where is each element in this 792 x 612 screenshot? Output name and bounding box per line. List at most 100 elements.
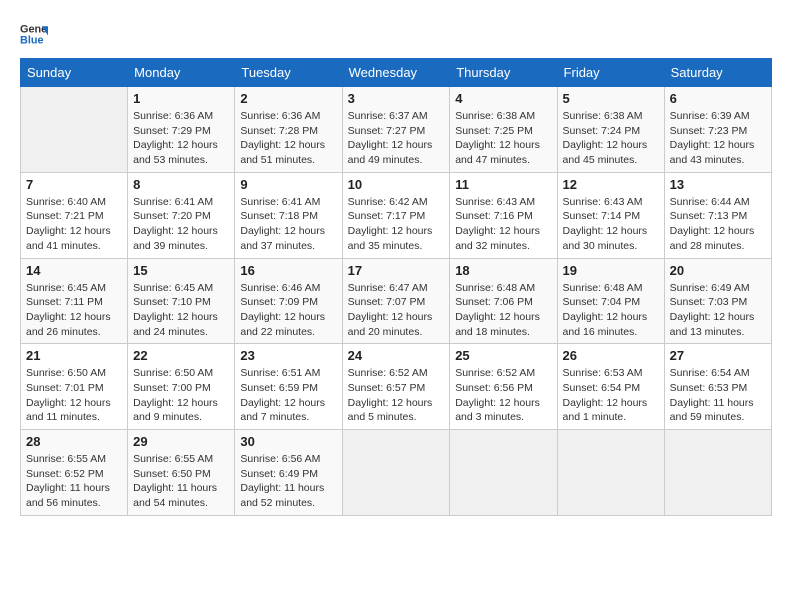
day-number: 23 [240, 348, 336, 363]
day-info: Sunrise: 6:43 AMSunset: 7:14 PMDaylight:… [563, 195, 659, 254]
day-info: Sunrise: 6:44 AMSunset: 7:13 PMDaylight:… [670, 195, 766, 254]
calendar-cell: 30 Sunrise: 6:56 AMSunset: 6:49 PMDayligh… [235, 430, 342, 516]
page-header: General Blue [20, 20, 772, 48]
calendar-cell: 25Sunrise: 6:52 AMSunset: 6:56 PMDayligh… [450, 344, 557, 430]
day-info: Sunrise: 6:54 AMSunset: 6:53 PMDaylight:… [670, 366, 766, 425]
logo-icon: General Blue [20, 20, 48, 48]
day-number: 17 [348, 263, 445, 278]
day-info: Sunrise: 6:41 AMSunset: 7:18 PMDaylight:… [240, 195, 336, 254]
day-info: Sunrise: 6:52 AMSunset: 6:56 PMDaylight:… [455, 366, 551, 425]
calendar-cell: 4 Sunrise: 6:38 AMSunset: 7:25 PMDaylight… [450, 87, 557, 173]
day-info: Sunrise: 6:46 AMSunset: 7:09 PMDaylight:… [240, 281, 336, 340]
day-info: Sunrise: 6:38 AMSunset: 7:25 PMDaylight:… [455, 109, 551, 168]
calendar-cell [664, 430, 771, 516]
day-number: 30 [240, 434, 336, 449]
calendar-cell [450, 430, 557, 516]
day-info: Sunrise: 6:39 AMSunset: 7:23 PMDaylight:… [670, 109, 766, 168]
day-number: 18 [455, 263, 551, 278]
day-info: Sunrise: 6:47 AMSunset: 7:07 PMDaylight:… [348, 281, 445, 340]
day-number: 3 [348, 91, 445, 106]
day-info: Sunrise: 6:50 AMSunset: 7:01 PMDaylight:… [26, 366, 122, 425]
week-row-2: 7Sunrise: 6:40 AMSunset: 7:21 PMDaylight… [21, 172, 772, 258]
calendar-cell: 15 Sunrise: 6:45 AMSunset: 7:10 PMDayligh… [128, 258, 235, 344]
day-info: Sunrise: 6:45 AMSunset: 7:11 PMDaylight:… [26, 281, 122, 340]
calendar-cell: 5 Sunrise: 6:38 AMSunset: 7:24 PMDaylight… [557, 87, 664, 173]
day-number: 2 [240, 91, 336, 106]
day-info: Sunrise: 6:50 AMSunset: 7:00 PMDaylight:… [133, 366, 229, 425]
day-number: 27 [670, 348, 766, 363]
day-number: 1 [133, 91, 229, 106]
weekday-header-sunday: Sunday [21, 59, 128, 87]
day-info: Sunrise: 6:48 AMSunset: 7:06 PMDaylight:… [455, 281, 551, 340]
calendar-cell: 6 Sunrise: 6:39 AMSunset: 7:23 PMDaylight… [664, 87, 771, 173]
day-info: Sunrise: 6:38 AMSunset: 7:24 PMDaylight:… [563, 109, 659, 168]
calendar-cell: 28Sunrise: 6:55 AMSunset: 6:52 PMDayligh… [21, 430, 128, 516]
day-number: 4 [455, 91, 551, 106]
calendar-cell: 27 Sunrise: 6:54 AMSunset: 6:53 PMDayligh… [664, 344, 771, 430]
day-number: 8 [133, 177, 229, 192]
day-info: Sunrise: 6:45 AMSunset: 7:10 PMDaylight:… [133, 281, 229, 340]
calendar-cell: 19Sunrise: 6:48 AMSunset: 7:04 PMDayligh… [557, 258, 664, 344]
weekday-header-monday: Monday [128, 59, 235, 87]
calendar-cell: 10Sunrise: 6:42 AMSunset: 7:17 PMDayligh… [342, 172, 450, 258]
day-info: Sunrise: 6:40 AMSunset: 7:21 PMDaylight:… [26, 195, 122, 254]
day-info: Sunrise: 6:51 AMSunset: 6:59 PMDaylight:… [240, 366, 336, 425]
day-number: 11 [455, 177, 551, 192]
day-info: Sunrise: 6:41 AMSunset: 7:20 PMDaylight:… [133, 195, 229, 254]
calendar-cell: 26 Sunrise: 6:53 AMSunset: 6:54 PMDayligh… [557, 344, 664, 430]
calendar-cell: 22Sunrise: 6:50 AMSunset: 7:00 PMDayligh… [128, 344, 235, 430]
calendar-table: SundayMondayTuesdayWednesdayThursdayFrid… [20, 58, 772, 516]
calendar-cell: 16 Sunrise: 6:46 AMSunset: 7:09 PMDayligh… [235, 258, 342, 344]
week-row-1: 1 Sunrise: 6:36 AMSunset: 7:29 PMDaylight… [21, 87, 772, 173]
day-info: Sunrise: 6:36 AMSunset: 7:29 PMDaylight:… [133, 109, 229, 168]
calendar-cell [342, 430, 450, 516]
calendar-cell [557, 430, 664, 516]
day-info: Sunrise: 6:55 AMSunset: 6:52 PMDaylight:… [26, 452, 122, 511]
calendar-cell [21, 87, 128, 173]
day-number: 15 [133, 263, 229, 278]
calendar-cell: 17 Sunrise: 6:47 AMSunset: 7:07 PMDayligh… [342, 258, 450, 344]
day-number: 19 [563, 263, 659, 278]
day-number: 26 [563, 348, 659, 363]
calendar-cell: 24Sunrise: 6:52 AMSunset: 6:57 PMDayligh… [342, 344, 450, 430]
calendar-cell: 8 Sunrise: 6:41 AMSunset: 7:20 PMDaylight… [128, 172, 235, 258]
day-info: Sunrise: 6:49 AMSunset: 7:03 PMDaylight:… [670, 281, 766, 340]
calendar-cell: 20 Sunrise: 6:49 AMSunset: 7:03 PMDayligh… [664, 258, 771, 344]
day-info: Sunrise: 6:53 AMSunset: 6:54 PMDaylight:… [563, 366, 659, 425]
day-number: 20 [670, 263, 766, 278]
calendar-cell: 3 Sunrise: 6:37 AMSunset: 7:27 PMDaylight… [342, 87, 450, 173]
calendar-cell: 29 Sunrise: 6:55 AMSunset: 6:50 PMDayligh… [128, 430, 235, 516]
svg-text:Blue: Blue [20, 34, 44, 46]
day-number: 12 [563, 177, 659, 192]
day-number: 9 [240, 177, 336, 192]
calendar-cell: 9 Sunrise: 6:41 AMSunset: 7:18 PMDaylight… [235, 172, 342, 258]
day-info: Sunrise: 6:43 AMSunset: 7:16 PMDaylight:… [455, 195, 551, 254]
day-number: 29 [133, 434, 229, 449]
calendar-cell: 1 Sunrise: 6:36 AMSunset: 7:29 PMDaylight… [128, 87, 235, 173]
day-number: 5 [563, 91, 659, 106]
week-row-5: 28Sunrise: 6:55 AMSunset: 6:52 PMDayligh… [21, 430, 772, 516]
calendar-cell: 23 Sunrise: 6:51 AMSunset: 6:59 PMDayligh… [235, 344, 342, 430]
day-number: 14 [26, 263, 122, 278]
day-info: Sunrise: 6:55 AMSunset: 6:50 PMDaylight:… [133, 452, 229, 511]
week-row-3: 14 Sunrise: 6:45 AMSunset: 7:11 PMDayligh… [21, 258, 772, 344]
weekday-header-wednesday: Wednesday [342, 59, 450, 87]
day-number: 13 [670, 177, 766, 192]
day-number: 16 [240, 263, 336, 278]
calendar-cell: 7Sunrise: 6:40 AMSunset: 7:21 PMDaylight… [21, 172, 128, 258]
calendar-cell: 21Sunrise: 6:50 AMSunset: 7:01 PMDayligh… [21, 344, 128, 430]
weekday-header-saturday: Saturday [664, 59, 771, 87]
weekday-header-thursday: Thursday [450, 59, 557, 87]
calendar-cell: 18 Sunrise: 6:48 AMSunset: 7:06 PMDayligh… [450, 258, 557, 344]
day-number: 10 [348, 177, 445, 192]
day-info: Sunrise: 6:36 AMSunset: 7:28 PMDaylight:… [240, 109, 336, 168]
logo: General Blue [20, 20, 56, 48]
day-info: Sunrise: 6:37 AMSunset: 7:27 PMDaylight:… [348, 109, 445, 168]
day-number: 24 [348, 348, 445, 363]
weekday-header-row: SundayMondayTuesdayWednesdayThursdayFrid… [21, 59, 772, 87]
calendar-cell: 11 Sunrise: 6:43 AMSunset: 7:16 PMDayligh… [450, 172, 557, 258]
day-number: 6 [670, 91, 766, 106]
weekday-header-tuesday: Tuesday [235, 59, 342, 87]
calendar-cell: 14 Sunrise: 6:45 AMSunset: 7:11 PMDayligh… [21, 258, 128, 344]
day-info: Sunrise: 6:56 AMSunset: 6:49 PMDaylight:… [240, 452, 336, 511]
